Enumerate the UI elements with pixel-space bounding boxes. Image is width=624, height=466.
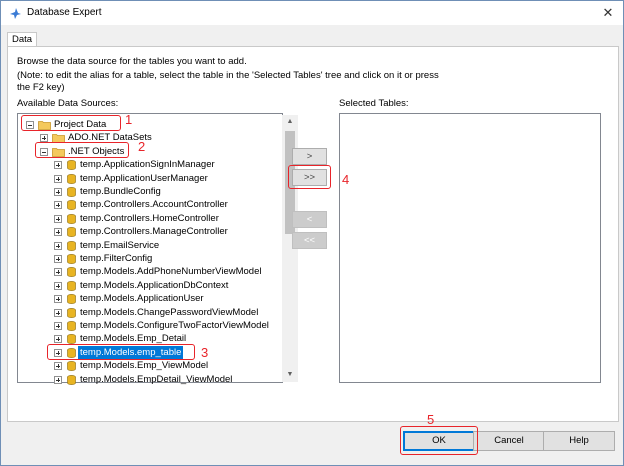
expand-plus-icon[interactable]: [54, 201, 62, 210]
expand-plus-icon[interactable]: [54, 174, 62, 183]
tree-item-label: temp.Controllers.HomeController: [80, 212, 219, 224]
scroll-up-arrow-icon[interactable]: ▲: [282, 115, 298, 129]
close-button[interactable]: ✕: [597, 3, 619, 23]
tree-table-item[interactable]: temp.EmailService: [54, 239, 268, 252]
annotation-box-ok: [400, 426, 478, 455]
help-button[interactable]: Help: [543, 431, 615, 451]
annotation-number-2: 2: [138, 139, 146, 154]
title-bar: Database Expert ✕: [1, 1, 623, 25]
tree-item-label: temp.ApplicationUserManager: [80, 172, 208, 184]
expand-plus-icon[interactable]: [54, 322, 62, 330]
annotation-number-5: 5: [427, 412, 435, 427]
tree-item-label: temp.EmailService: [80, 239, 160, 251]
expand-plus-icon[interactable]: [54, 335, 62, 344]
tree-table-item[interactable]: temp.BundleConfig: [54, 185, 268, 198]
expand-plus-icon[interactable]: [54, 308, 62, 317]
tree-item-label: temp.Models.ConfigureTwoFactorViewModel: [80, 320, 269, 331]
table-icon: [67, 267, 76, 278]
annotation-box-emp-table: [47, 344, 195, 360]
tree-item-label: temp.Models.EmpDetail_ViewModel: [80, 373, 233, 385]
app-icon: [10, 8, 21, 19]
expand-plus-icon[interactable]: [54, 295, 62, 304]
table-icon: [67, 361, 76, 372]
tree-item-label: temp.ApplicationSignInManager: [80, 159, 215, 171]
tree-item-label: temp.Controllers.ManageController: [80, 226, 228, 238]
table-icon: [67, 374, 76, 385]
instruction-line-2: (Note: to edit the alias for a table, se…: [17, 70, 439, 81]
table-icon: [67, 280, 76, 291]
tree-table-item[interactable]: temp.Controllers.ManageController: [54, 225, 268, 238]
table-icon: [67, 254, 76, 264]
tree-item-label: temp.Models.ApplicationDbContext: [80, 279, 229, 291]
expand-plus-icon[interactable]: [54, 268, 62, 277]
expand-plus-icon[interactable]: [54, 214, 62, 223]
cancel-button[interactable]: Cancel: [473, 431, 545, 451]
tree-table-item[interactable]: temp.Controllers.AccountController: [54, 198, 268, 211]
tree-table-item[interactable]: temp.FilterConfig: [54, 252, 268, 265]
table-icon: [67, 321, 76, 331]
table-icon: [67, 160, 76, 171]
expand-plus-icon[interactable]: [54, 375, 62, 384]
add-one-button[interactable]: >: [292, 148, 327, 165]
expand-plus-icon[interactable]: [54, 161, 62, 170]
expand-plus-icon[interactable]: [54, 362, 62, 371]
instruction-line-1: Browse the data source for the tables yo…: [17, 56, 247, 67]
available-sources-label: Available Data Sources:: [17, 98, 119, 109]
tree-table-item[interactable]: temp.Models.ApplicationUser: [54, 292, 268, 305]
table-icon: [67, 173, 76, 184]
tree-table-item[interactable]: temp.Models.ConfigureTwoFactorViewModel: [54, 319, 269, 332]
window-title: Database Expert: [27, 7, 102, 18]
annotation-number-1: 1: [125, 112, 133, 127]
tree-item-label: temp.Models.Emp_ViewModel: [80, 360, 209, 372]
tree-table-item[interactable]: temp.Models.ApplicationDbContext: [54, 279, 268, 292]
tree-item-label: temp.BundleConfig: [80, 186, 161, 197]
annotation-box-project-data: [21, 115, 121, 131]
expand-plus-icon[interactable]: [54, 241, 62, 250]
annotation-box-net-objects: [35, 142, 129, 158]
table-icon: [67, 227, 76, 238]
table-icon: [67, 307, 76, 318]
expand-plus-icon[interactable]: [54, 281, 62, 290]
table-icon: [67, 213, 76, 224]
tree-table-item[interactable]: temp.Models.Emp_ViewModel: [54, 359, 268, 372]
annotation-number-4: 4: [342, 172, 350, 187]
scroll-down-arrow-icon[interactable]: ▼: [282, 368, 298, 382]
expand-plus-icon[interactable]: [54, 228, 62, 237]
remove-all-button[interactable]: <<: [292, 232, 327, 249]
remove-one-button[interactable]: <: [292, 211, 327, 228]
tree-item-label: temp.Models.ChangePasswordViewModel: [80, 306, 259, 318]
tree-table-item[interactable]: temp.ApplicationSignInManager: [54, 158, 268, 171]
tree-table-item[interactable]: temp.Controllers.HomeController: [54, 212, 268, 225]
tree-table-item[interactable]: temp.Models.AddPhoneNumberViewModel: [54, 265, 268, 278]
selected-tables-tree[interactable]: [339, 113, 601, 383]
table-icon: [67, 200, 76, 211]
database-expert-dialog: Database Expert ✕ Data Browse the data s…: [0, 0, 624, 466]
tree-item-label: temp.Models.AddPhoneNumberViewModel: [80, 266, 262, 278]
tree-item-label: temp.Controllers.AccountController: [80, 199, 228, 211]
tree-table-item[interactable]: temp.Models.ChangePasswordViewModel: [54, 306, 268, 319]
tree-table-item[interactable]: temp.ApplicationUserManager: [54, 172, 268, 185]
table-icon: [67, 334, 76, 345]
tree-item-label: temp.FilterConfig: [80, 253, 153, 264]
expand-plus-icon[interactable]: [54, 255, 62, 263]
selected-tables-label: Selected Tables:: [339, 98, 409, 109]
annotation-number-3: 3: [201, 345, 209, 360]
table-icon: [67, 240, 76, 251]
table-icon: [67, 187, 76, 197]
tree-table-item[interactable]: temp.Models.EmpDetail_ViewModel: [54, 373, 268, 386]
table-icon: [67, 294, 76, 305]
tree-item-label: temp.Models.ApplicationUser: [80, 293, 204, 305]
expand-plus-icon[interactable]: [54, 188, 62, 196]
tab-data[interactable]: Data: [7, 32, 37, 47]
annotation-box-add-all: [288, 165, 331, 189]
instruction-line-3: the F2 key): [17, 82, 65, 93]
